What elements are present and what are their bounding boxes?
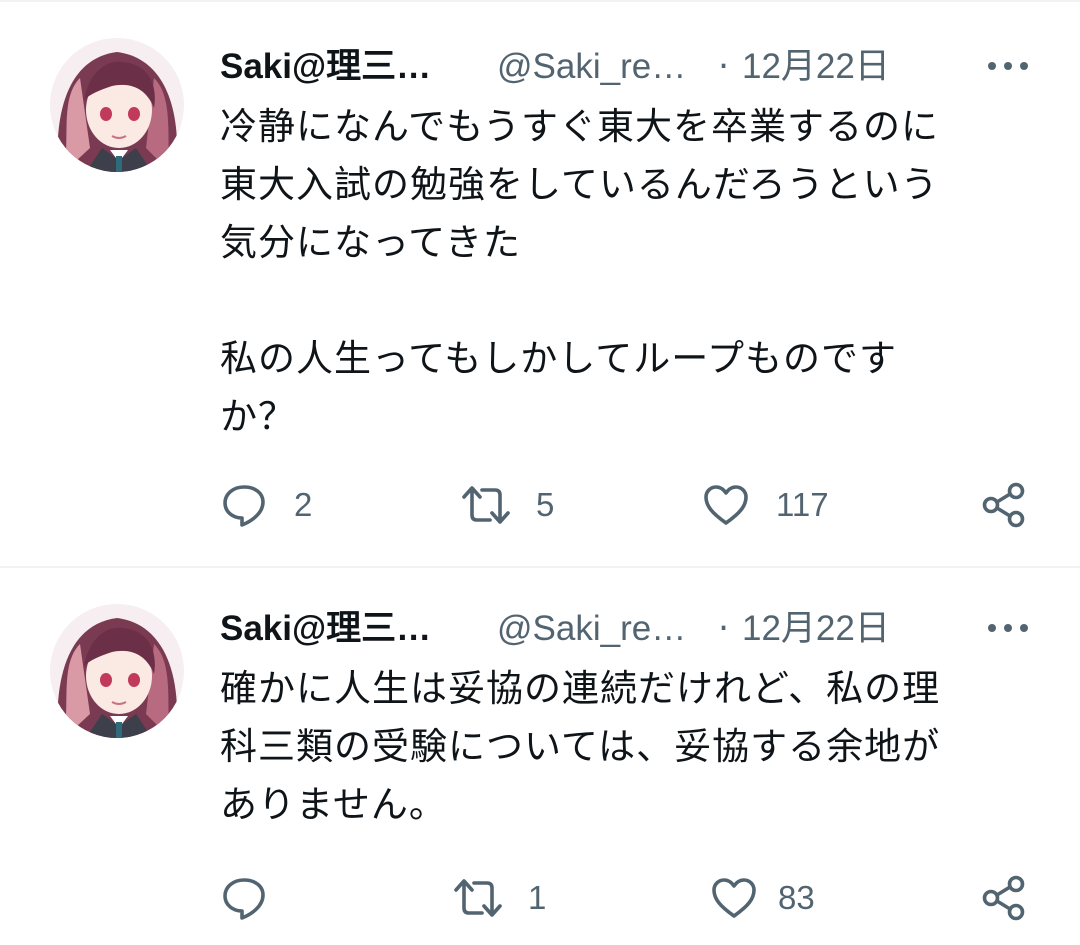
like-count: 83: [778, 879, 815, 916]
share-icon: [982, 482, 1025, 528]
retweet-button[interactable]: 1: [450, 870, 546, 926]
tweet-header: Saki@理三… @Saki_re… · 12月22日: [220, 602, 1040, 656]
like-button[interactable]: 117: [702, 477, 829, 533]
tweet-date[interactable]: 12月22日: [742, 602, 890, 656]
tweet-actions: 1 83: [0, 870, 1080, 926]
retweet-icon: [462, 486, 510, 524]
avatar[interactable]: [50, 38, 184, 172]
retweet-count: 5: [536, 486, 555, 523]
user-handle[interactable]: @Saki_re…: [497, 602, 686, 656]
more-dots-icon[interactable]: [986, 54, 1030, 78]
retweet-button[interactable]: 5: [458, 477, 554, 533]
avatar[interactable]: [50, 604, 184, 738]
tweet-actions: 2 5 117: [0, 477, 1080, 533]
display-name[interactable]: Saki@理三…: [220, 602, 431, 656]
separator-dot: ·: [718, 609, 730, 649]
tweet-header: Saki@理三… @Saki_re… · 12月22日: [220, 40, 1040, 94]
share-icon: [982, 875, 1025, 921]
tweet[interactable]: Saki@理三… @Saki_re… · 12月22日 冷静になんでもうすぐ東大…: [0, 0, 1080, 566]
reply-button[interactable]: 2: [220, 477, 312, 533]
share-button[interactable]: [980, 477, 1028, 533]
heart-icon: [704, 485, 748, 525]
retweet-count: 1: [528, 879, 547, 916]
share-button[interactable]: [980, 870, 1028, 926]
reply-count: 2: [294, 486, 313, 523]
reply-button[interactable]: [220, 870, 294, 926]
tweet-text: 確かに人生は妥協の連続だけれど、私の理 科三類の受験については、妥協する余地が …: [220, 667, 941, 826]
like-count: 117: [776, 486, 829, 523]
like-button[interactable]: 83: [710, 870, 815, 926]
display-name[interactable]: Saki@理三…: [220, 40, 431, 94]
tweet-text: 冷静になんでもうすぐ東大を卒業するのに 東大入試の勉強をしているんだろうという …: [220, 105, 940, 438]
user-handle[interactable]: @Saki_re…: [497, 40, 686, 94]
separator-dot: ·: [718, 47, 730, 87]
reply-icon: [223, 485, 265, 527]
tweet[interactable]: Saki@理三… @Saki_re… · 12月22日 確かに人生は妥協の連続だ…: [0, 568, 1080, 945]
avatar-image: [50, 38, 184, 172]
retweet-icon: [454, 879, 502, 917]
avatar-image: [50, 604, 184, 738]
reply-icon: [223, 878, 265, 920]
more-dots-icon[interactable]: [986, 616, 1030, 640]
heart-icon: [712, 878, 756, 918]
tweet-date[interactable]: 12月22日: [742, 40, 890, 94]
